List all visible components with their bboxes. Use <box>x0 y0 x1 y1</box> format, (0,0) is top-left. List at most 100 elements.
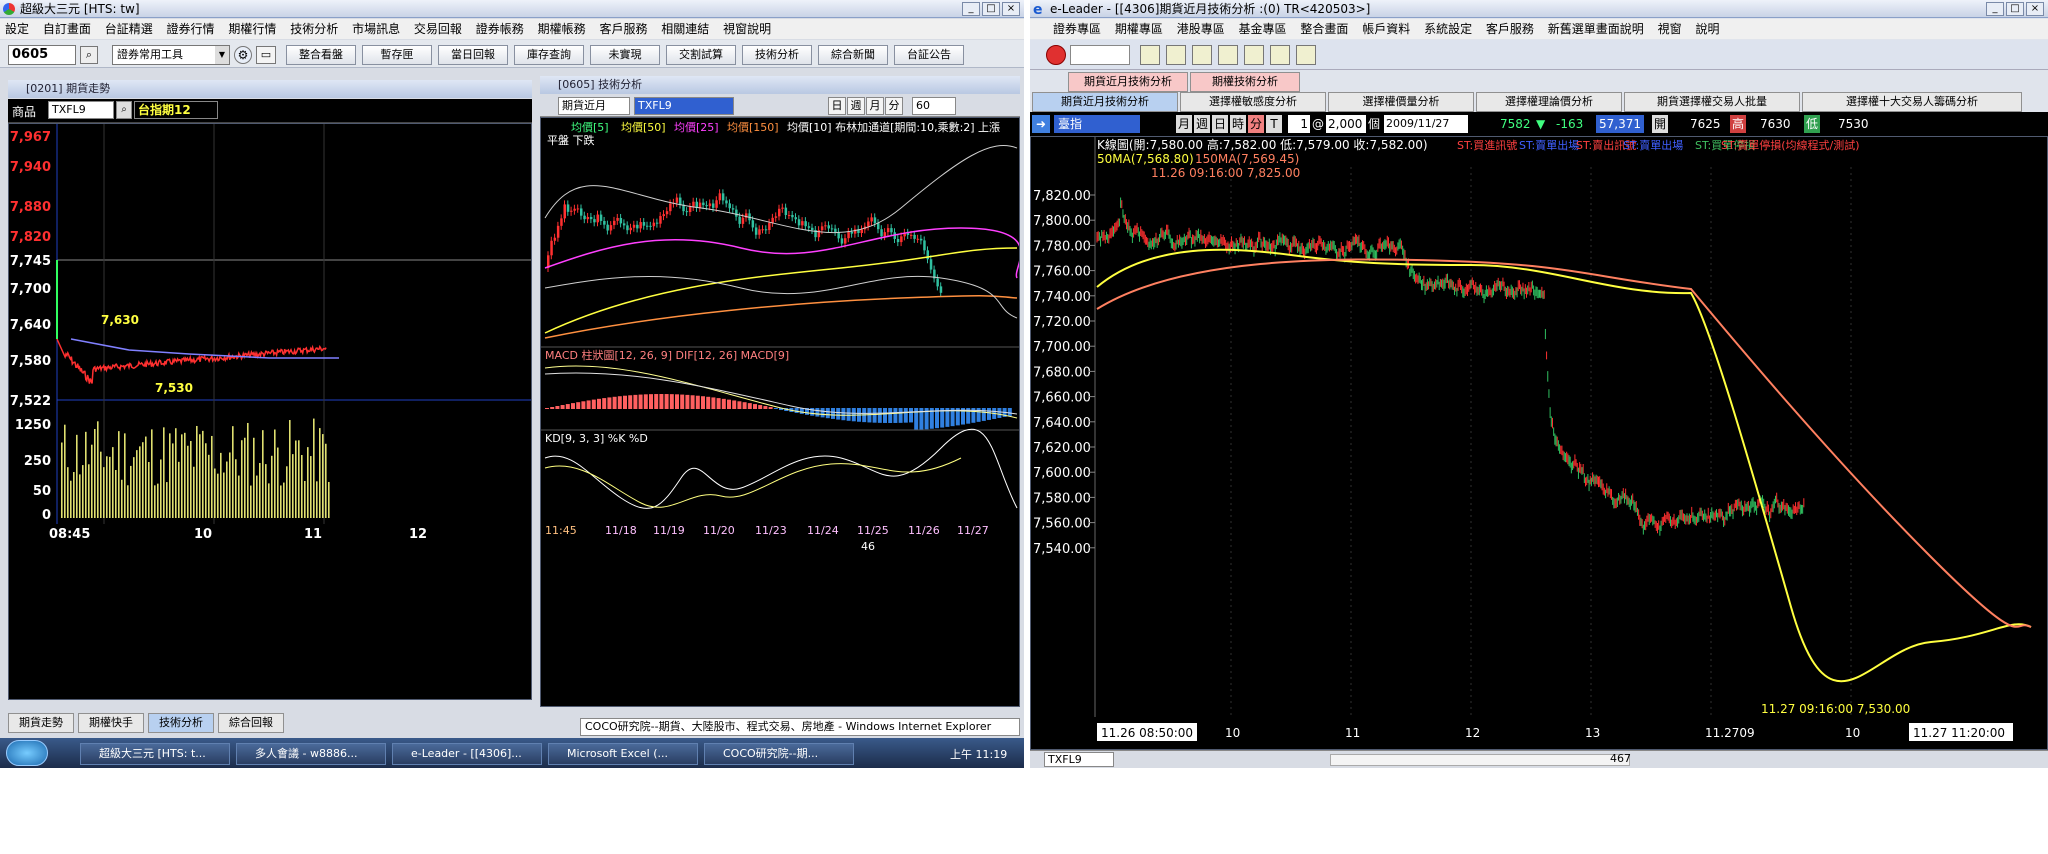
tab-trader-volume[interactable]: 期貨選擇權交易人批量 <box>1624 92 1800 112</box>
count-input[interactable]: 1 <box>1288 115 1310 133</box>
window-icon[interactable]: ▭ <box>256 46 276 64</box>
period-hour[interactable]: 時 <box>1230 115 1246 133</box>
right-maximize-button[interactable]: □ <box>2006 2 2024 16</box>
arrow-right-icon[interactable]: ➜ <box>1032 115 1050 133</box>
toptab-options-ta[interactable]: 期權技術分析 <box>1190 72 1300 92</box>
tick-panel-title-bar[interactable]: [0201] 期貨走勢 <box>8 80 532 98</box>
toolbar-icon-6[interactable] <box>1270 45 1290 65</box>
code-search-icon[interactable]: ⌕ <box>80 46 98 64</box>
menu-item-options-quotes[interactable]: 期權行情 <box>223 22 281 36</box>
macd-bar <box>846 408 851 421</box>
stop-icon[interactable] <box>1046 45 1066 65</box>
toolbar-icon-7[interactable] <box>1296 45 1316 65</box>
menu-help[interactable]: 說明 <box>1690 22 1724 36</box>
btn-news[interactable]: 綜合新聞 <box>818 45 888 65</box>
tab-top10-traders[interactable]: 選擇權十大交易人籌碼分析 <box>1802 92 2022 112</box>
period-select[interactable]: 期貨近月 <box>558 97 630 115</box>
period-day[interactable]: 日 <box>1212 115 1228 133</box>
btn-integrated-view[interactable]: 整合看盤 <box>286 45 356 65</box>
interval-select[interactable]: 60 <box>912 97 956 115</box>
toolbar-icon-3[interactable] <box>1192 45 1212 65</box>
menu-futures-options[interactable]: 期權專區 <box>1110 22 1168 36</box>
maximize-button[interactable]: □ <box>982 2 1000 16</box>
task-meeting[interactable]: 多人會議 - w8886... <box>236 743 386 765</box>
menu-item-links[interactable]: 相關連結 <box>656 22 714 36</box>
menu-item-technical[interactable]: 技術分析 <box>285 22 343 36</box>
minimize-button[interactable]: _ <box>962 2 980 16</box>
task-sanyuan[interactable]: 超級大三元 [HTS: t... <box>80 743 230 765</box>
gear-icon[interactable]: ⚙ <box>234 46 252 64</box>
period-btn-day[interactable]: 日 <box>828 97 846 115</box>
period-tick[interactable]: T <box>1266 115 1282 133</box>
menu-item-options-account[interactable]: 期權帳務 <box>533 22 591 36</box>
menu-funds[interactable]: 基金專區 <box>1234 22 1292 36</box>
right-close-button[interactable]: × <box>2026 2 2044 16</box>
symbol-select-right[interactable]: 臺指 <box>1054 115 1140 133</box>
tab-futures-tick[interactable]: 期貨走勢 <box>8 713 74 733</box>
tool-select[interactable]: 證券常用工具 ▼ <box>112 45 230 65</box>
tab-options-quick[interactable]: 期權快手 <box>78 713 144 733</box>
menu-item-trade-report[interactable]: 交易回報 <box>409 22 467 36</box>
task-coco[interactable]: COCO研究院--期... <box>704 743 854 765</box>
menu-item-settings[interactable]: 設定 <box>0 22 34 36</box>
btn-technical[interactable]: 技術分析 <box>742 45 812 65</box>
macd-bar <box>747 403 752 409</box>
product-search-icon[interactable]: ⌕ <box>116 101 132 119</box>
product-input[interactable]: TXFL9 <box>48 101 114 119</box>
horizontal-scrollbar[interactable] <box>1330 754 1630 766</box>
menu-securities[interactable]: 證券專區 <box>1048 22 1106 36</box>
start-button[interactable] <box>6 740 48 766</box>
menu-account[interactable]: 帳戶資料 <box>1357 22 1415 36</box>
menu-system[interactable]: 系統設定 <box>1419 22 1477 36</box>
menu-item-window-help[interactable]: 視窗說明 <box>718 22 776 36</box>
task-eleader[interactable]: e-Leader - [[4306]... <box>392 743 542 765</box>
toolbar-icon-1[interactable] <box>1140 45 1160 65</box>
menu-item-customer-service[interactable]: 客戶服務 <box>594 22 652 36</box>
close-button[interactable]: × <box>1002 2 1020 16</box>
tab-combined-report[interactable]: 綜合回報 <box>218 713 284 733</box>
task-excel[interactable]: Microsoft Excel (... <box>548 743 698 765</box>
period-btn-week[interactable]: 週 <box>847 97 865 115</box>
menu-item-stock-account[interactable]: 證券帳務 <box>471 22 529 36</box>
volume-bar <box>94 428 96 518</box>
menu-hk-stocks[interactable]: 港股專區 <box>1172 22 1230 36</box>
symbol-select[interactable]: TXFL9 <box>634 97 734 115</box>
bottom-symbol[interactable]: TXFL9 <box>1044 752 1114 767</box>
tab-price-volume[interactable]: 選擇權價量分析 <box>1328 92 1474 112</box>
menu-item-custom-screen[interactable]: 自訂畫面 <box>38 22 96 36</box>
date-select[interactable]: 2009/11/27 <box>1384 115 1468 133</box>
period-week[interactable]: 週 <box>1194 115 1210 133</box>
period-btn-month[interactable]: 月 <box>866 97 884 115</box>
ta-panel-title-bar[interactable]: [0605] 技術分析 <box>540 76 1020 94</box>
btn-settlement[interactable]: 交割試算 <box>666 45 736 65</box>
right-toolbar-select[interactable] <box>1070 45 1130 65</box>
menu-integrated[interactable]: 整合畫面 <box>1295 22 1353 36</box>
menu-item-picks[interactable]: 台証精選 <box>100 22 158 36</box>
menu-new-old-help[interactable]: 新舊選單畫面說明 <box>1543 22 1649 36</box>
code-input[interactable]: 0605 <box>8 45 76 65</box>
btn-unrealized[interactable]: 未實現 <box>590 45 660 65</box>
right-minimize-button[interactable]: _ <box>1986 2 2004 16</box>
toolbar-icon-5[interactable] <box>1244 45 1264 65</box>
toolbar-icon-4[interactable] <box>1218 45 1238 65</box>
tab-sensitivity[interactable]: 選擇權敏感度分析 <box>1180 92 1326 112</box>
tab-technical-analysis[interactable]: 技術分析 <box>148 713 214 733</box>
toolbar-icon-2[interactable] <box>1166 45 1186 65</box>
tab-theoretical[interactable]: 選擇權理論價分析 <box>1476 92 1622 112</box>
btn-announcement[interactable]: 台証公告 <box>894 45 964 65</box>
period-month[interactable]: 月 <box>1176 115 1192 133</box>
menu-service[interactable]: 客戶服務 <box>1481 22 1539 36</box>
right-title-bar[interactable]: e e-Leader - [[4306]期貨近月技術分析 :(0) TR<420… <box>1030 0 2048 18</box>
left-title-bar[interactable]: 超級大三元 [HTS: tw] _ □ × <box>0 0 1024 18</box>
menu-window[interactable]: 視窗 <box>1653 22 1687 36</box>
tab-futures-ta[interactable]: 期貨近月技術分析 <box>1032 92 1178 112</box>
period-minute-r[interactable]: 分 <box>1248 115 1264 133</box>
btn-daily-report[interactable]: 當日回報 <box>438 45 508 65</box>
btn-inventory[interactable]: 庫存查詢 <box>514 45 584 65</box>
btn-temp-folder[interactable]: 暫存匣 <box>362 45 432 65</box>
menu-item-stock-quotes[interactable]: 證券行情 <box>162 22 220 36</box>
menu-item-market-info[interactable]: 市場訊息 <box>347 22 405 36</box>
bars-input[interactable]: 2,000 <box>1326 115 1366 133</box>
period-btn-minute[interactable]: 分 <box>885 97 903 115</box>
toptab-futures-ta[interactable]: 期貨近月技術分析 <box>1068 72 1188 92</box>
